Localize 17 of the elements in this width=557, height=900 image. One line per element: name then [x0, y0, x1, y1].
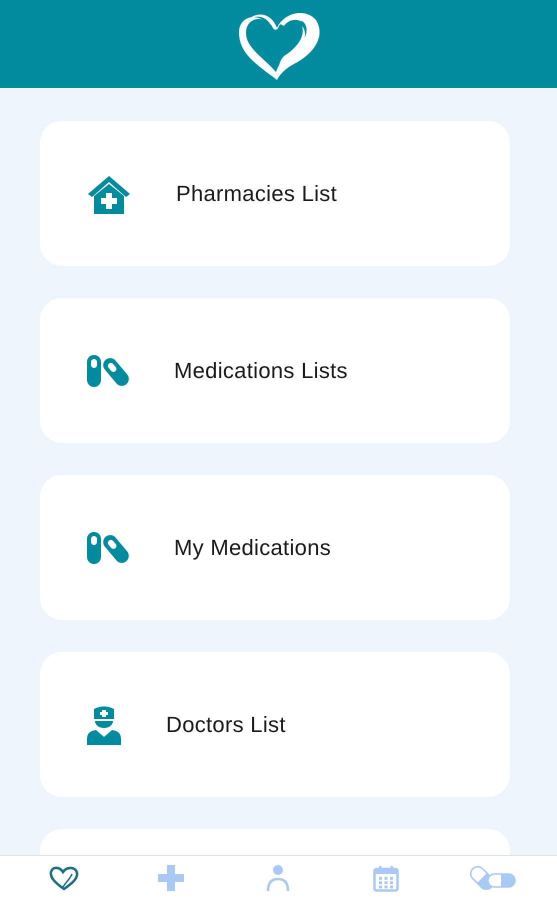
plus-icon — [158, 865, 184, 891]
pills-icon — [470, 864, 516, 892]
person-icon — [266, 864, 290, 892]
pills-icon — [86, 530, 130, 564]
calendar-icon — [372, 864, 399, 892]
house-medical-icon — [86, 174, 132, 214]
menu-card[interactable]: Pharmacies List — [40, 121, 510, 266]
doctor-icon — [86, 704, 122, 744]
menu-label: My Medications — [174, 534, 332, 560]
menu-label: Pharmacies List — [176, 180, 338, 206]
menu-label: Doctors List — [166, 712, 286, 738]
menu-card[interactable]: Medications Lists — [40, 298, 510, 443]
menu-card[interactable]: Doctors List — [40, 652, 510, 797]
heart-icon — [48, 865, 79, 891]
pills-icon — [86, 354, 130, 388]
menu-card[interactable]: My Medications — [40, 475, 510, 620]
menu-label: Medications Lists — [174, 358, 348, 384]
